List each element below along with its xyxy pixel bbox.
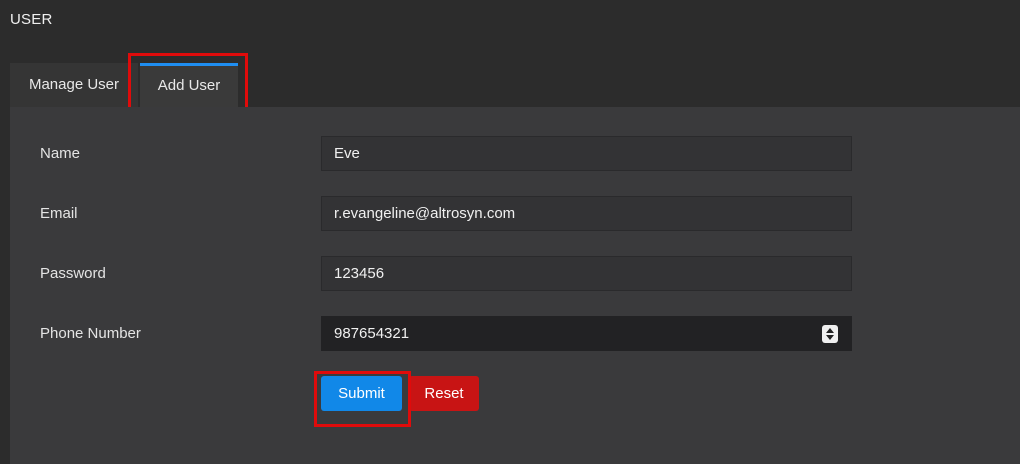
- phone-number-label: Phone Number: [40, 325, 141, 342]
- phone-number-field[interactable]: [321, 316, 852, 351]
- spinner-down-icon[interactable]: [826, 335, 834, 340]
- name-label: Name: [40, 145, 81, 162]
- submit-button[interactable]: Submit: [321, 376, 402, 411]
- name-field[interactable]: [321, 136, 852, 171]
- password-label: Password: [40, 265, 106, 282]
- number-spinner-icon[interactable]: [822, 325, 838, 343]
- add-user-form: Name Email Password Phone Number Submit …: [10, 107, 1020, 464]
- page-title: USER: [10, 11, 53, 28]
- app-window: USER Manage User Add User Name Email Pas…: [0, 0, 1020, 464]
- email-label: Email: [40, 205, 78, 222]
- tab-bar: Manage User Add User: [10, 63, 1020, 107]
- reset-button[interactable]: Reset: [409, 376, 479, 411]
- tab-add-user[interactable]: Add User: [140, 63, 238, 107]
- tab-manage-user[interactable]: Manage User: [10, 63, 138, 107]
- spinner-up-icon[interactable]: [826, 328, 834, 333]
- password-field[interactable]: [321, 256, 852, 291]
- email-field[interactable]: [321, 196, 852, 231]
